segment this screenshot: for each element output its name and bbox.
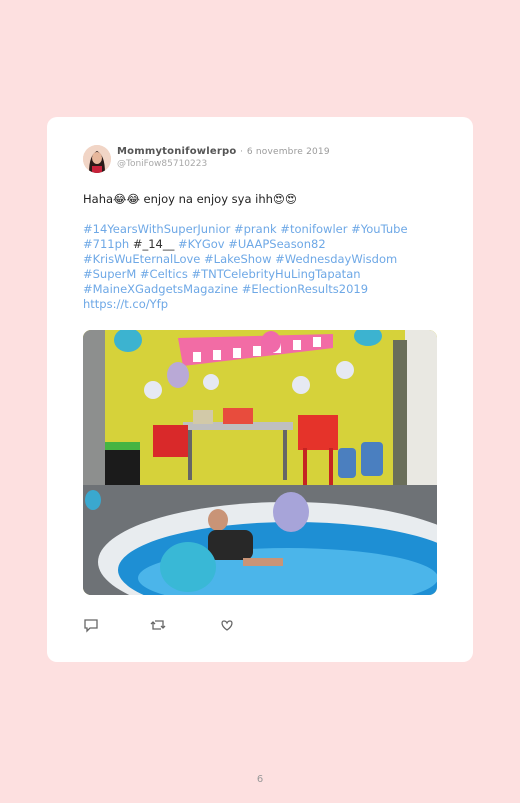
user-handle[interactable]: @ToniFow85710223 (117, 159, 207, 169)
separator: · (240, 147, 244, 157)
heart-icon[interactable] (219, 617, 237, 635)
tweet-date[interactable]: 6 novembre 2019 (247, 147, 330, 157)
plain-text: #_14__ (129, 237, 179, 251)
hashtags-block: #14YearsWithSuperJunior #prank #tonifowl… (83, 222, 443, 312)
tweet-card: Mommytonifowlerpo · 6 novembre 2019 @Ton… (47, 117, 473, 662)
tweet-actions (83, 617, 283, 635)
page-number: 6 (256, 774, 264, 785)
hashtag[interactable]: #711ph (83, 237, 129, 251)
display-name-text[interactable]: Mommytonifowlerpo (117, 146, 236, 157)
retweet-icon[interactable] (150, 617, 168, 635)
hashtag-line[interactable]: #14YearsWithSuperJunior #prank #tonifowl… (83, 222, 443, 237)
tweet-header: Mommytonifowlerpo · 6 novembre 2019 @Ton… (83, 145, 443, 175)
tweet-text: Haha😂😂 enjoy na enjoy sya ihh😍😍 (83, 192, 297, 206)
hashtag-line[interactable]: #KrisWuEternalLove #LakeShow #WednesdayW… (83, 252, 443, 267)
hashtag[interactable]: #KYGov #UAAPSeason82 (178, 237, 326, 251)
reply-icon[interactable] (83, 617, 101, 635)
tweet-link[interactable]: https://t.co/Yfp (83, 297, 443, 312)
tweet-photo[interactable] (83, 330, 437, 595)
avatar[interactable] (83, 145, 111, 173)
hashtag-line[interactable]: #SuperM #Celtics #TNTCelebrityHuLingTapa… (83, 267, 443, 282)
hashtag-line[interactable]: #711ph #_14__ #KYGov #UAAPSeason82 (83, 237, 443, 252)
hashtag-line[interactable]: #MaineXGadgetsMagazine #ElectionResults2… (83, 282, 443, 297)
display-name[interactable]: Mommytonifowlerpo · 6 novembre 2019 (117, 146, 330, 157)
